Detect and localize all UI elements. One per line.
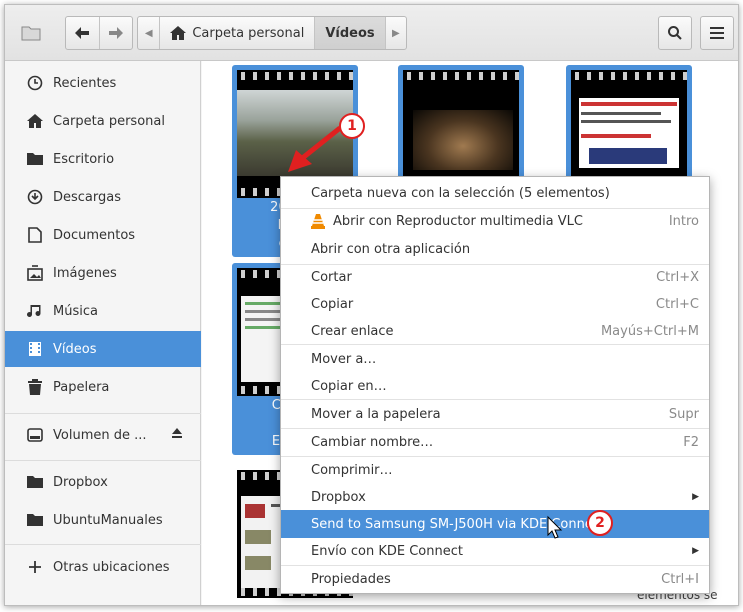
- mouse-cursor-icon: [547, 515, 563, 539]
- annotation-overlay: [288, 126, 563, 539]
- annotation-badge-1: 1: [339, 113, 365, 139]
- annotation-badge-2: 2: [587, 510, 613, 536]
